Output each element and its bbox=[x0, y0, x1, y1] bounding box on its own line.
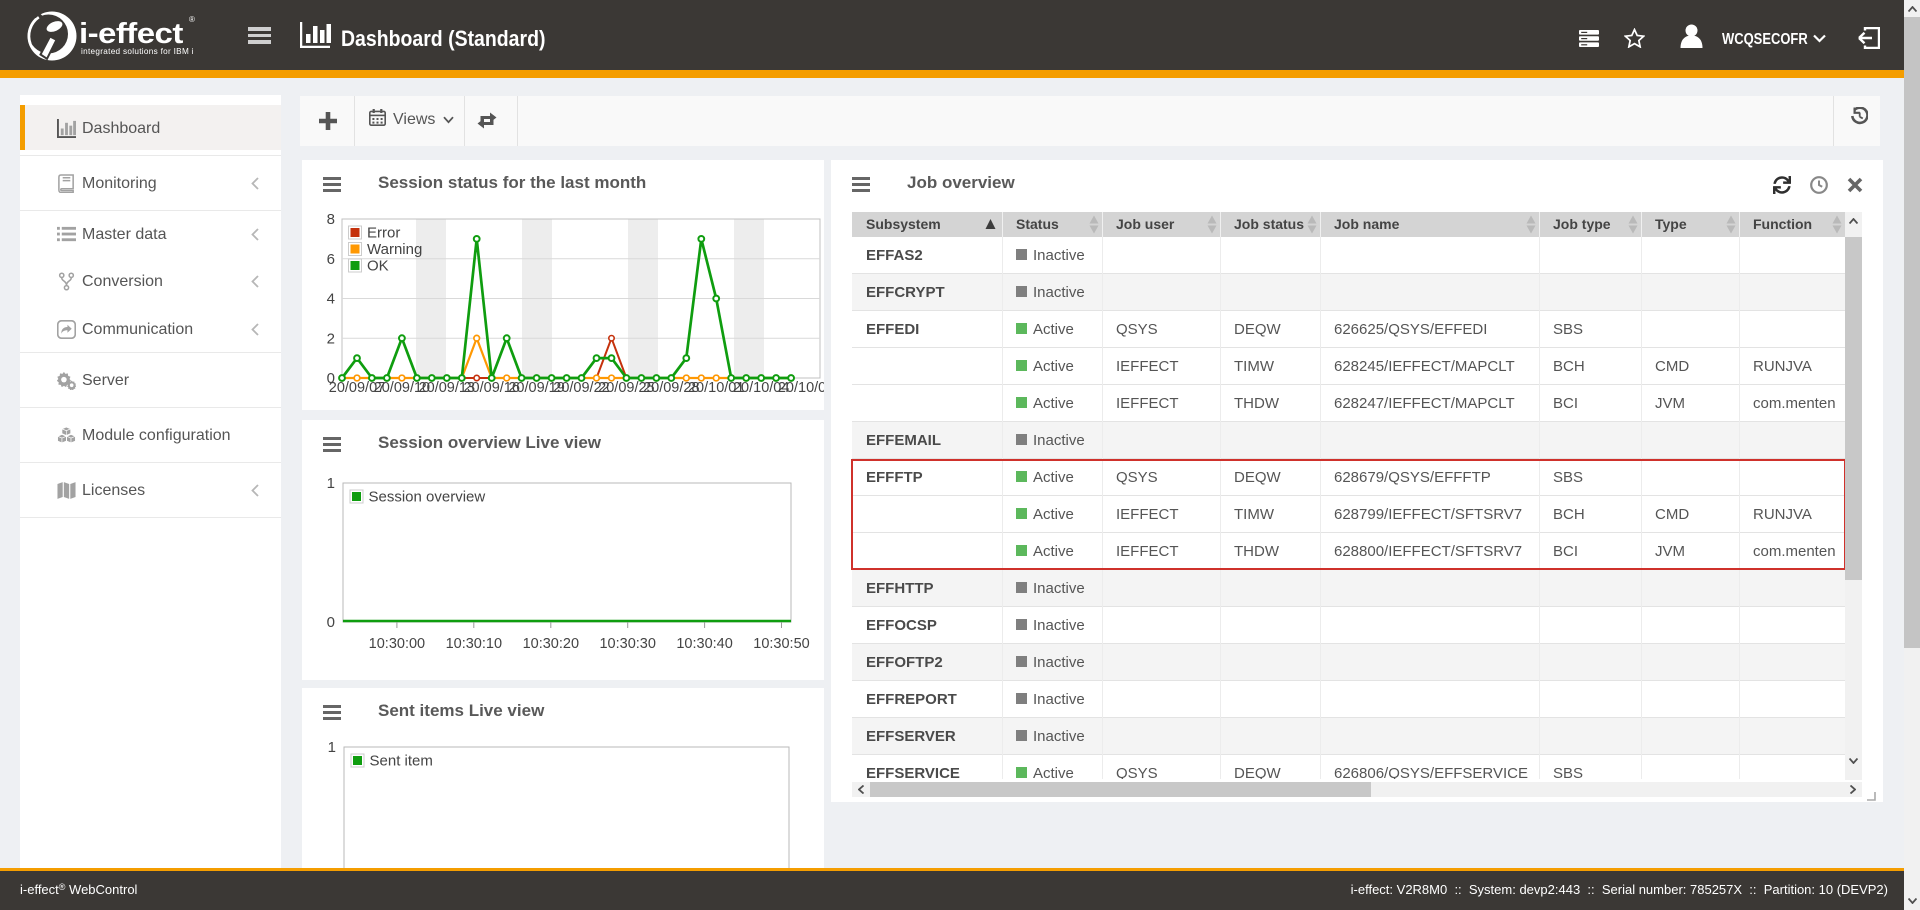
svg-text:8: 8 bbox=[327, 211, 335, 228]
svg-text:10:30:50: 10:30:50 bbox=[753, 636, 809, 652]
svg-text:i-effect: i-effect bbox=[79, 17, 183, 50]
svg-text:10:30:40: 10:30:40 bbox=[676, 636, 732, 652]
svg-text:10:30:20: 10:30:20 bbox=[523, 636, 579, 652]
svg-text:10:30:30: 10:30:30 bbox=[599, 636, 655, 652]
svg-text:Session overview: Session overview bbox=[369, 489, 486, 506]
svg-text:OK: OK bbox=[367, 258, 389, 275]
svg-text:integrated solutions for IBM i: integrated solutions for IBM i bbox=[81, 47, 194, 56]
svg-text:®: ® bbox=[189, 15, 195, 24]
svg-text:0: 0 bbox=[327, 614, 335, 631]
svg-text:20/10/07: 20/10/07 bbox=[778, 380, 824, 396]
svg-text:2: 2 bbox=[327, 330, 335, 347]
svg-text:10:30:00: 10:30:00 bbox=[369, 636, 425, 652]
svg-text:1: 1 bbox=[328, 739, 336, 756]
svg-text:4: 4 bbox=[327, 291, 335, 308]
svg-text:Error: Error bbox=[367, 225, 400, 242]
svg-text:Warning: Warning bbox=[367, 241, 422, 258]
svg-text:6: 6 bbox=[327, 251, 335, 268]
svg-text:Sent item: Sent item bbox=[370, 753, 433, 770]
svg-text:1: 1 bbox=[327, 475, 335, 492]
svg-text:10:30:10: 10:30:10 bbox=[446, 636, 502, 652]
